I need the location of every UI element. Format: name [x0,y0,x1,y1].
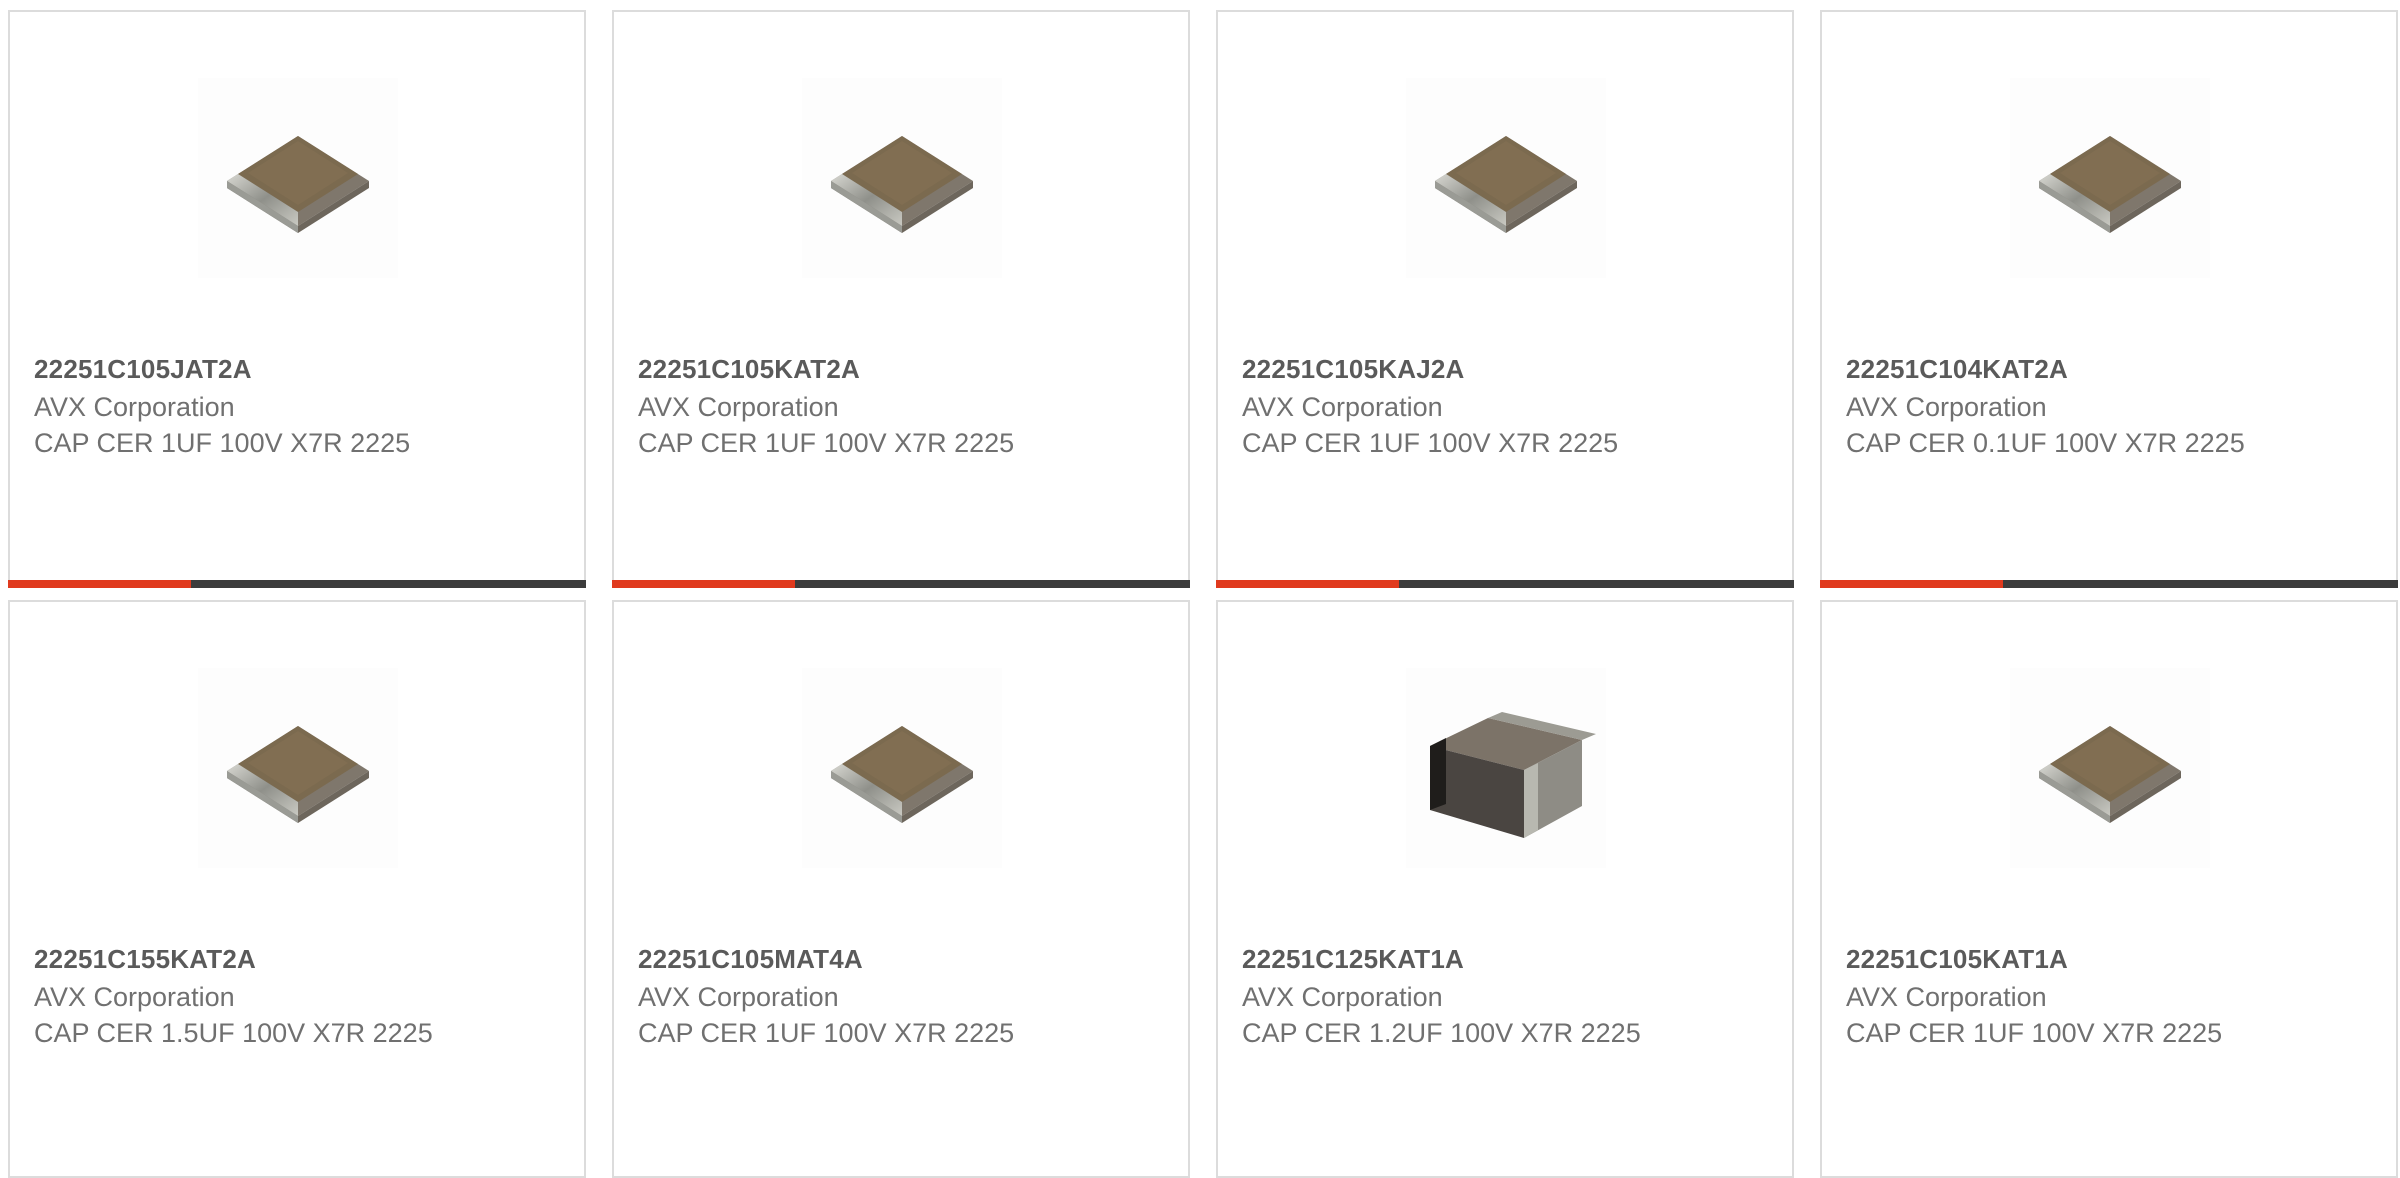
mlcc-flat-chip-icon [831,726,973,823]
card-accent-bar [8,580,191,588]
card-accent-bar [1216,580,1399,588]
product-image[interactable] [198,78,398,278]
card-bottom-bar [1820,580,2398,588]
description: CAP CER 1UF 100V X7R 2225 [1846,1018,2223,1048]
description: CAP CER 1UF 100V X7R 2225 [638,1018,1015,1048]
manufacturer: AVX Corporation [638,392,839,422]
product-image[interactable] [1406,668,1606,868]
mlcc-flat-chip-icon [227,136,369,233]
description: CAP CER 1.5UF 100V X7R 2225 [34,1018,433,1048]
card-accent-bar [612,580,795,588]
product-card[interactable]: 22251C105MAT4A AVX Corporation CAP CER 1… [612,600,1190,1178]
description: CAP CER 1.2UF 100V X7R 2225 [1242,1018,1641,1048]
manufacturer: AVX Corporation [638,982,839,1012]
part-number[interactable]: 22251C105KAJ2A [1242,354,1465,385]
card-bottom-bar [8,580,586,588]
mlcc-thick-chip-icon [1430,712,1596,838]
part-number[interactable]: 22251C105KAT2A [638,354,860,385]
manufacturer: AVX Corporation [1242,392,1443,422]
card-accent-bar [1820,580,2003,588]
product-image[interactable] [2010,78,2210,278]
mlcc-flat-chip-icon [1435,136,1577,233]
part-number[interactable]: 22251C155KAT2A [34,944,256,975]
product-card[interactable]: 22251C155KAT2A AVX Corporation CAP CER 1… [8,600,586,1178]
product-card[interactable]: 22251C105JAT2A AVX Corporation CAP CER 1… [8,10,586,588]
mlcc-flat-chip-icon [831,136,973,233]
manufacturer: AVX Corporation [1846,392,2047,422]
description: CAP CER 1UF 100V X7R 2225 [638,428,1015,458]
part-number[interactable]: 22251C105JAT2A [34,354,252,385]
mlcc-flat-chip-icon [2039,136,2181,233]
product-card[interactable]: 22251C104KAT2A AVX Corporation CAP CER 0… [1820,10,2398,588]
manufacturer: AVX Corporation [34,392,235,422]
product-card[interactable]: 22251C105KAT1A AVX Corporation CAP CER 1… [1820,600,2398,1178]
product-card[interactable]: 22251C105KAJ2A AVX Corporation CAP CER 1… [1216,10,1794,588]
card-bottom-bar [612,580,1190,588]
mlcc-flat-chip-icon [2039,726,2181,823]
product-card[interactable]: 22251C105KAT2A AVX Corporation CAP CER 1… [612,10,1190,588]
part-number[interactable]: 22251C125KAT1A [1242,944,1464,975]
product-image[interactable] [802,668,1002,868]
card-bottom-bar [1216,580,1794,588]
product-card[interactable]: 22251C125KAT1A AVX Corporation CAP CER 1… [1216,600,1794,1178]
description: CAP CER 1UF 100V X7R 2225 [34,428,411,458]
description: CAP CER 0.1UF 100V X7R 2225 [1846,428,2245,458]
mlcc-flat-chip-icon [227,726,369,823]
manufacturer: AVX Corporation [1242,982,1443,1012]
product-grid: 22251C105JAT2A AVX Corporation CAP CER 1… [8,10,2398,1178]
description: CAP CER 1UF 100V X7R 2225 [1242,428,1619,458]
product-image[interactable] [2010,668,2210,868]
product-image[interactable] [198,668,398,868]
product-image[interactable] [802,78,1002,278]
part-number[interactable]: 22251C105MAT4A [638,944,863,975]
manufacturer: AVX Corporation [1846,982,2047,1012]
product-image[interactable] [1406,78,1606,278]
part-number[interactable]: 22251C105KAT1A [1846,944,2068,975]
part-number[interactable]: 22251C104KAT2A [1846,354,2068,385]
manufacturer: AVX Corporation [34,982,235,1012]
